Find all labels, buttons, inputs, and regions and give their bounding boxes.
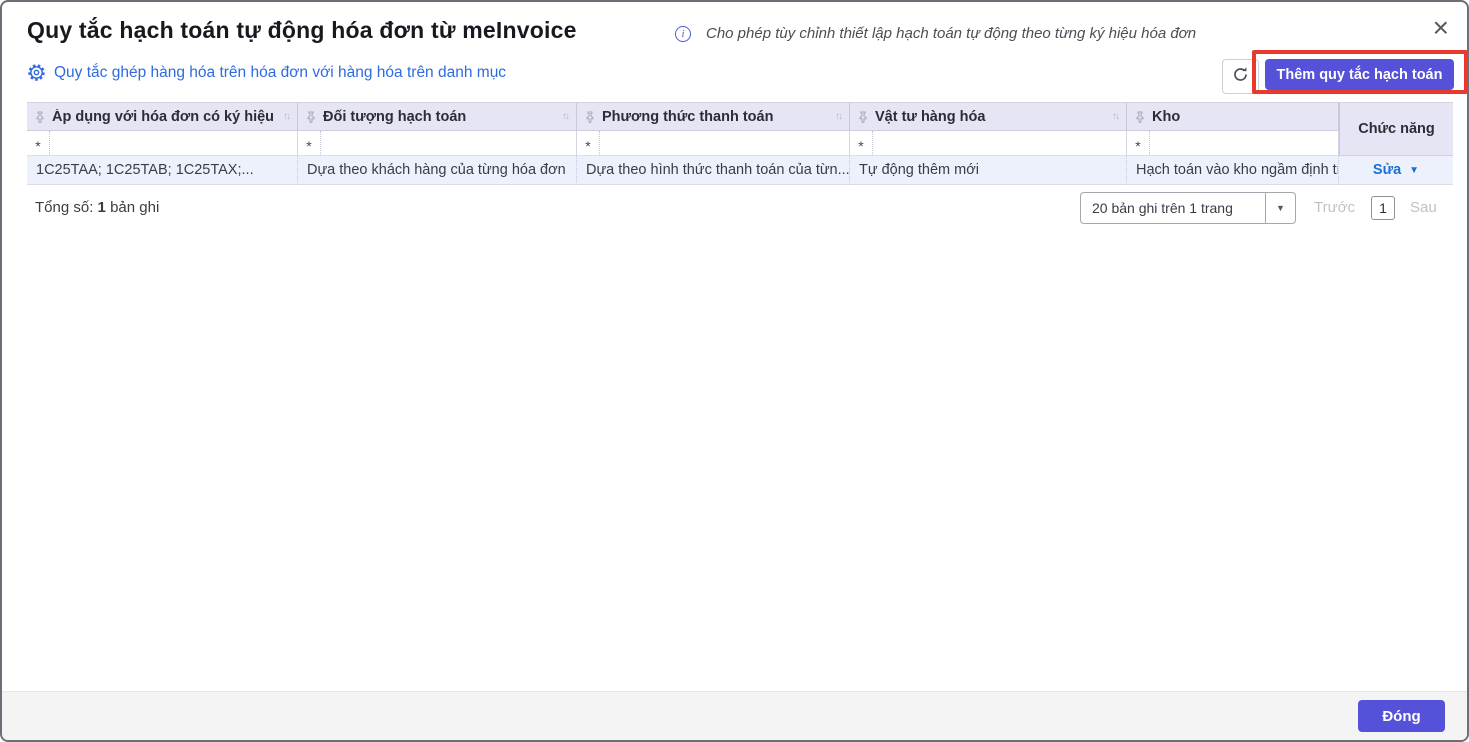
refresh-button[interactable] — [1222, 59, 1259, 94]
rules-table: Áp dụng với hóa đơn có ký hiệu ↑↓ Đối tư… — [27, 102, 1453, 185]
table-row-cell-phuong-thuc[interactable]: Dựa theo hình thức thanh toán của từn... — [577, 156, 850, 185]
mapping-rule-link-label: Quy tắc ghép hàng hóa trên hóa đơn với h… — [54, 63, 507, 81]
info-icon: i — [675, 26, 691, 42]
edit-action-link[interactable]: Sửa — [1373, 162, 1401, 178]
dialog-subtitle: Cho phép tùy chỉnh thiết lập hạch toán t… — [706, 25, 1197, 42]
pin-icon — [306, 111, 316, 123]
filter-cell-ky-hieu[interactable]: * — [27, 131, 298, 156]
page-title: Quy tắc hạch toán tự động hóa đơn từ meI… — [27, 17, 577, 43]
gear-icon — [27, 63, 46, 82]
filter-cell-doi-tuong[interactable]: * — [298, 131, 577, 156]
filter-mode[interactable]: * — [850, 131, 872, 155]
modal-dialog: Quy tắc hạch toán tự động hóa đơn từ meI… — [0, 0, 1469, 742]
filter-mode[interactable]: * — [1127, 131, 1149, 155]
refresh-icon — [1232, 66, 1249, 88]
table-row-cell-kho[interactable]: Hạch toán vào kho ngầm định trê — [1127, 156, 1339, 185]
filter-cell-kho[interactable]: * — [1127, 131, 1339, 156]
filter-cell-phuong-thuc[interactable]: * — [577, 131, 850, 156]
dialog-footer: Đóng — [2, 691, 1467, 740]
column-header-label: Kho — [1152, 108, 1181, 125]
record-count-summary: Tổng số: 1 bản ghi — [35, 199, 159, 216]
sort-icon[interactable]: ↑↓ — [835, 111, 843, 122]
column-header-label: Phương thức thanh toán — [602, 108, 774, 125]
close-icon[interactable]: × — [1433, 14, 1449, 42]
filter-mode[interactable]: * — [298, 131, 320, 155]
table-row-cell-doi-tuong[interactable]: Dựa theo khách hàng của từng hóa đơn — [298, 156, 577, 185]
close-dialog-button[interactable]: Đóng — [1358, 700, 1445, 732]
filter-mode[interactable]: * — [27, 131, 49, 155]
filter-input[interactable] — [872, 131, 1126, 155]
table-row-cell-ky-hieu[interactable]: 1C25TAA; 1C25TAB; 1C25TAX;... — [27, 156, 298, 185]
column-header-label: Vật tư hàng hóa — [875, 108, 986, 125]
pin-icon — [585, 111, 595, 123]
filter-input[interactable] — [320, 131, 576, 155]
filter-input[interactable] — [49, 131, 297, 155]
chevron-down-icon[interactable]: ▼ — [1409, 165, 1419, 176]
summary-count: 1 — [97, 199, 106, 216]
column-header-vat-tu[interactable]: Vật tư hàng hóa ↑↓ — [850, 103, 1127, 131]
column-header-label: Áp dụng với hóa đơn có ký hiệu — [52, 108, 275, 125]
filter-mode[interactable]: * — [577, 131, 599, 155]
table-row-cell-vat-tu[interactable]: Tự động thêm mới — [850, 156, 1127, 185]
pin-icon — [858, 111, 868, 123]
filter-input[interactable] — [1149, 131, 1338, 155]
page-size-select[interactable]: 20 bản ghi trên 1 trang ▼ — [1080, 192, 1296, 224]
current-page-input[interactable]: 1 — [1371, 196, 1395, 220]
sort-icon[interactable]: ↑↓ — [283, 111, 291, 122]
filter-input[interactable] — [599, 131, 849, 155]
summary-label: Tổng số: — [35, 199, 94, 216]
next-page-button[interactable]: Sau — [1410, 199, 1437, 216]
summary-unit: bản ghi — [110, 199, 160, 216]
pin-icon — [1135, 111, 1145, 123]
column-header-chuc-nang: Chức năng — [1339, 103, 1453, 156]
column-header-kho[interactable]: Kho — [1127, 103, 1339, 131]
column-header-phuong-thuc[interactable]: Phương thức thanh toán ↑↓ — [577, 103, 850, 131]
add-rule-button[interactable]: Thêm quy tắc hạch toán — [1265, 59, 1454, 90]
table-row-actions: Sửa ▼ — [1339, 156, 1453, 185]
sort-icon[interactable]: ↑↓ — [562, 111, 570, 122]
sort-icon[interactable]: ↑↓ — [1112, 111, 1120, 122]
column-header-ky-hieu[interactable]: Áp dụng với hóa đơn có ký hiệu ↑↓ — [27, 103, 298, 131]
prev-page-button[interactable]: Trước — [1314, 199, 1355, 216]
chevron-down-icon[interactable]: ▼ — [1265, 193, 1295, 223]
mapping-rule-link[interactable]: Quy tắc ghép hàng hóa trên hóa đơn với h… — [27, 63, 506, 82]
column-header-doi-tuong[interactable]: Đối tượng hạch toán ↑↓ — [298, 103, 577, 131]
pin-icon — [35, 111, 45, 123]
page-size-value: 20 bản ghi trên 1 trang — [1092, 200, 1233, 216]
filter-cell-vat-tu[interactable]: * — [850, 131, 1127, 156]
column-header-label: Đối tượng hạch toán — [323, 108, 467, 125]
